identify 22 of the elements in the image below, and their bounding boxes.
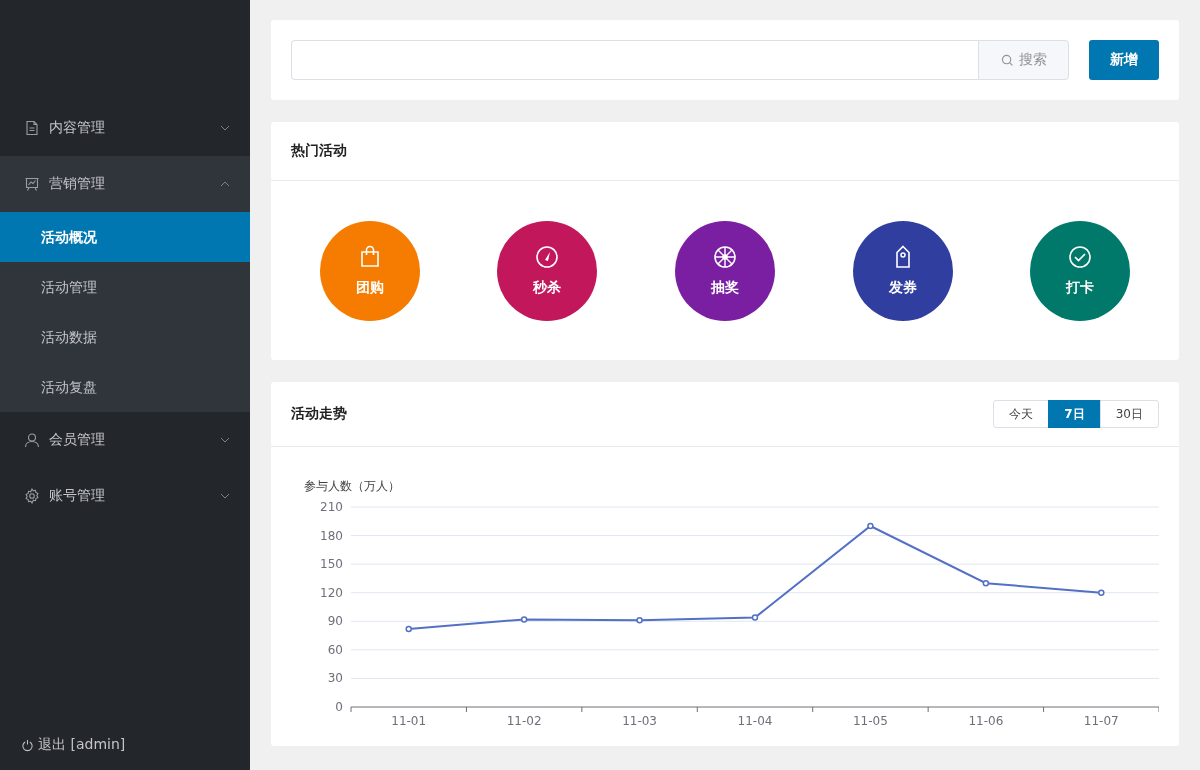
y-tick-label: 90 — [327, 614, 343, 629]
y-tick-label: 150 — [320, 557, 343, 572]
card-title: 活动走势 — [291, 405, 347, 423]
card-title: 热门活动 — [291, 142, 347, 160]
y-tick-label: 180 — [320, 528, 343, 543]
x-tick-label: 11-02 — [506, 714, 542, 728]
x-tick-label: 11-01 — [391, 714, 427, 728]
x-tick-label: 11-07 — [1083, 714, 1119, 728]
x-tick-label: 11-06 — [968, 714, 1004, 728]
x-tick-label: 11-03 — [622, 714, 657, 728]
x-tick-label: 11-04 — [737, 714, 773, 728]
y-tick-label: 0 — [335, 700, 343, 714]
y-tick-label: 120 — [320, 585, 343, 600]
y-tick-label: 30 — [327, 671, 343, 686]
menu-group-label: 账号管理 — [49, 487, 106, 505]
menu-group-label: 内容管理 — [49, 119, 106, 137]
axis-title: 参与人数（万人） — [304, 479, 400, 493]
y-tick-label: 210 — [320, 500, 343, 514]
y-tick-label: 60 — [327, 642, 343, 657]
x-tick-label: 11-05 — [853, 714, 888, 728]
menu-group-label: 营销管理 — [49, 175, 106, 193]
menu-group-label: 会员管理 — [49, 431, 106, 449]
